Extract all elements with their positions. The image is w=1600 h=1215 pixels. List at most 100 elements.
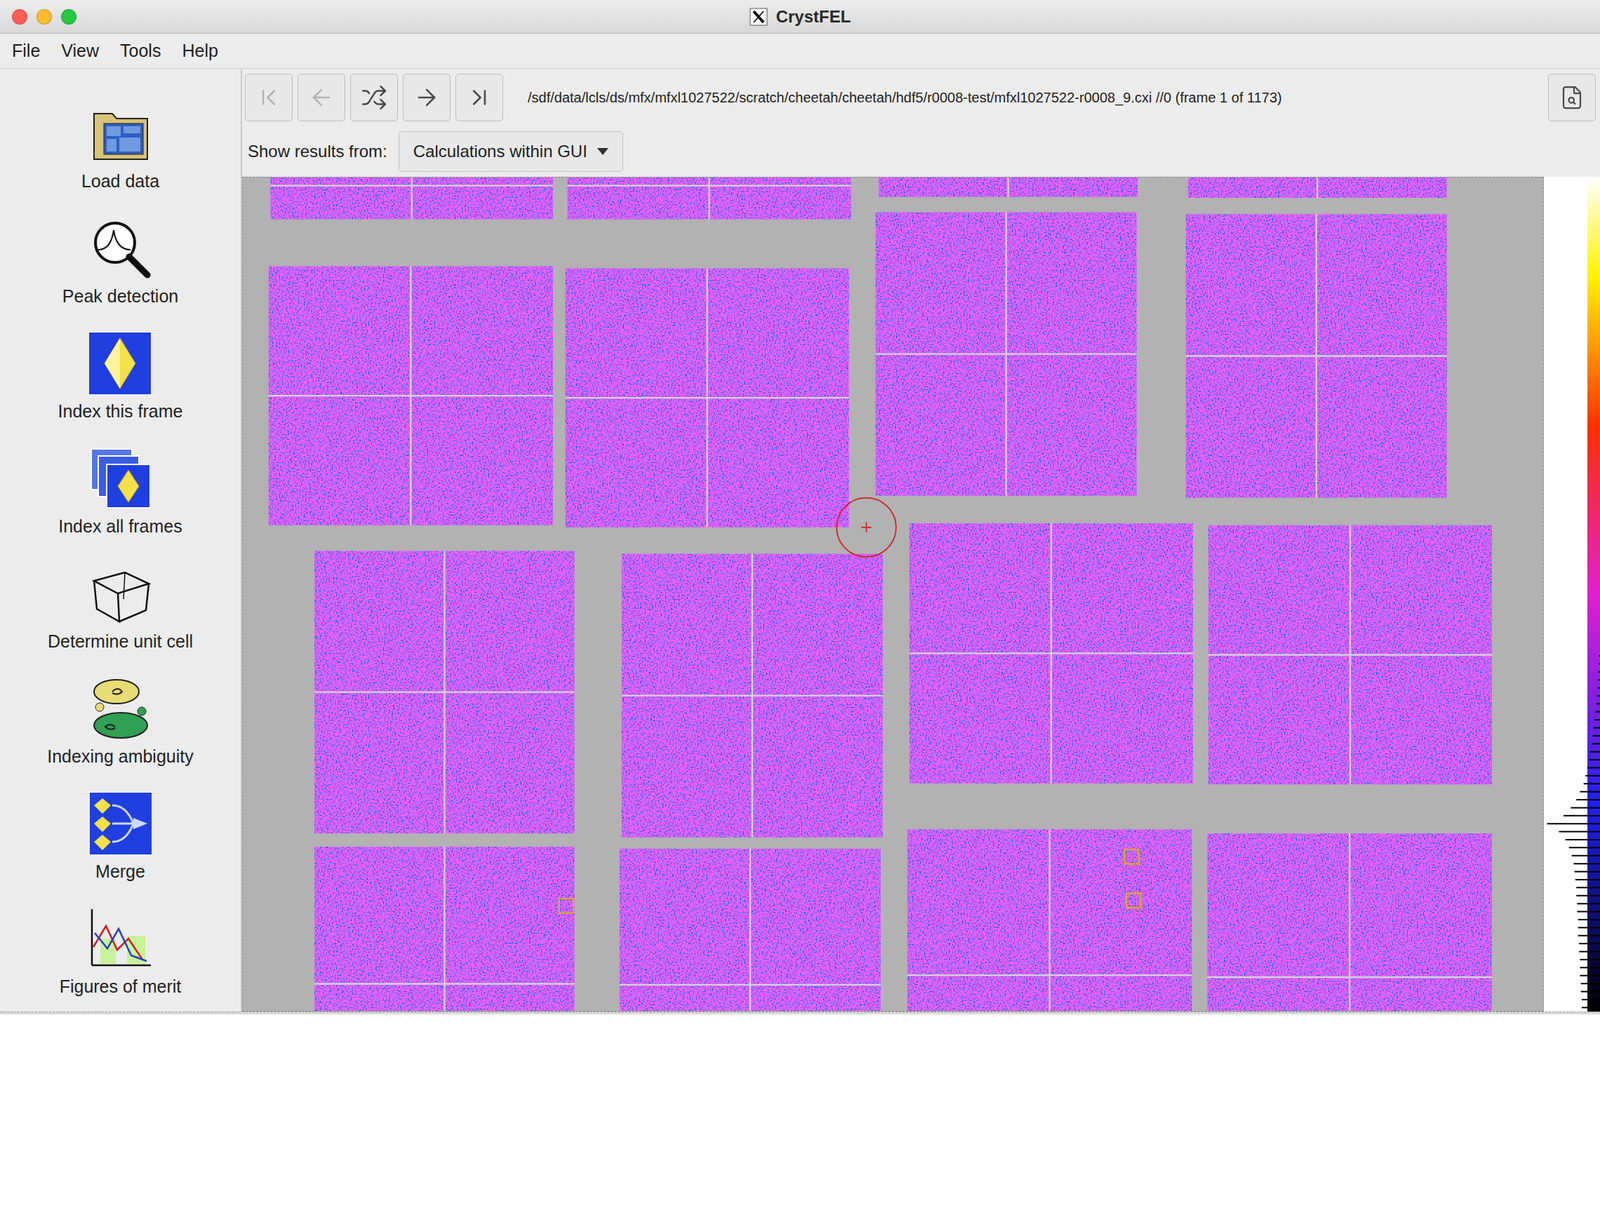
- previous-icon: [308, 84, 335, 111]
- sidebar-item[interactable]: Load data: [81, 99, 160, 215]
- detector-image[interactable]: [242, 177, 1544, 1012]
- sidebar-item[interactable]: Figures of merit: [59, 905, 182, 1012]
- panel-pixels: [242, 177, 1544, 1012]
- histogram-bar: [1570, 807, 1600, 809]
- beam-centre: [836, 498, 897, 558]
- detector-panel: [909, 523, 1193, 784]
- histogram-bar: [1578, 919, 1600, 921]
- first-icon: [255, 84, 283, 111]
- window-title: CrystFEL: [749, 7, 852, 27]
- histogram-bar: [1577, 911, 1600, 913]
- detector-panel: [1208, 525, 1492, 785]
- detector-panel: [314, 550, 575, 834]
- menu-bar: FileViewToolsHelp: [0, 33, 1600, 69]
- histogram-bar: [1594, 719, 1600, 721]
- histogram-bar: [1573, 863, 1600, 865]
- results-source-label: Show results from:: [247, 141, 388, 162]
- crystal-icon: [86, 329, 154, 398]
- histogram-bar: [1547, 823, 1600, 825]
- x11-icon: [749, 7, 768, 26]
- histogram-bar: [1576, 895, 1600, 897]
- sidebar-item[interactable]: Merge: [87, 790, 155, 906]
- detector-panel: [1188, 177, 1448, 198]
- detector-panel: [565, 268, 850, 528]
- histogram-bar: [1578, 935, 1600, 937]
- peak-marker[interactable]: [1124, 849, 1139, 864]
- image-view: [242, 176, 1600, 1012]
- detector-panel: [621, 554, 883, 838]
- histogram-bar: [1578, 943, 1600, 945]
- merge-icon: [87, 790, 155, 858]
- caret-icon: [597, 148, 609, 156]
- histogram-bar: [1571, 855, 1600, 857]
- detector-panel: [314, 847, 575, 1012]
- zoom-button[interactable]: [61, 9, 77, 25]
- histogram-bar: [1590, 751, 1600, 753]
- histogram-bar: [1599, 655, 1600, 657]
- histogram-bar: [1597, 687, 1600, 689]
- file-path: /sdf/data/lcls/ds/mfx/mfxl1027522/scratc…: [508, 89, 1544, 106]
- histogram-bar: [1569, 847, 1600, 849]
- histogram-bar: [1563, 815, 1600, 817]
- last-button[interactable]: [455, 73, 504, 122]
- detector-panel: [875, 211, 1137, 496]
- log-panel[interactable]: [0, 1014, 1600, 1215]
- last-icon: [465, 84, 493, 111]
- random-icon: [360, 84, 388, 111]
- main-area: Load dataPeak detectionIndex this frameI…: [0, 68, 1600, 1012]
- close-button[interactable]: [11, 9, 28, 25]
- sidebar: Load dataPeak detectionIndex this frameI…: [0, 68, 243, 1012]
- next-icon: [413, 84, 440, 111]
- histogram-bar: [1577, 903, 1600, 905]
- sidebar-item[interactable]: Index all frames: [58, 444, 182, 560]
- sidebar-item[interactable]: Index this frame: [58, 329, 184, 445]
- random-button[interactable]: [350, 73, 398, 122]
- histogram-bar: [1587, 767, 1600, 769]
- minimize-button[interactable]: [36, 9, 52, 25]
- histogram-bar: [1591, 743, 1600, 745]
- results-source-dropdown[interactable]: Calculations within GUI: [398, 131, 624, 172]
- menu-item[interactable]: View: [50, 36, 110, 66]
- colour-bar: [1543, 176, 1600, 1012]
- histogram-bar: [1581, 983, 1600, 985]
- results-source-row: Show results from: Calculations within GU…: [242, 126, 1600, 177]
- file-search-icon: [1559, 84, 1585, 111]
- histogram-bar: [1593, 727, 1600, 729]
- histogram-bar: [1559, 831, 1600, 833]
- next-button[interactable]: [402, 73, 451, 122]
- peak-marker[interactable]: [559, 898, 574, 913]
- histogram-bar: [1576, 799, 1600, 801]
- histogram-bar: [1596, 703, 1600, 705]
- histogram-bar: [1581, 999, 1600, 1001]
- detector-panel: [567, 177, 852, 220]
- first-button[interactable]: [244, 73, 293, 122]
- menu-item[interactable]: File: [1, 36, 51, 66]
- histogram-bar: [1597, 679, 1600, 681]
- colour-scale: [1543, 176, 1600, 1012]
- magnifier-icon: [87, 214, 155, 283]
- histogram-bar: [1578, 951, 1600, 953]
- menu-item[interactable]: Help: [171, 36, 229, 66]
- window-controls: [0, 9, 750, 25]
- folder-icon: [87, 99, 155, 168]
- unit-cell-icon: [87, 560, 155, 628]
- ambiguity-icon: [87, 675, 155, 743]
- sidebar-item[interactable]: Peak detection: [62, 214, 179, 330]
- previous-button[interactable]: [297, 73, 346, 122]
- menu-item[interactable]: Tools: [109, 36, 172, 66]
- histogram-bar: [1579, 959, 1600, 961]
- detector-panel: [270, 177, 553, 220]
- detector-canvas[interactable]: [242, 176, 1544, 1012]
- histogram-bar: [1588, 759, 1600, 761]
- sidebar-item[interactable]: Indexing ambiguity: [47, 675, 193, 791]
- histogram-bar: [1579, 975, 1600, 977]
- chart-icon: [86, 905, 154, 973]
- peak-marker[interactable]: [1126, 894, 1141, 909]
- histogram-bar: [1595, 711, 1600, 713]
- sidebar-item[interactable]: Determine unit cell: [47, 560, 193, 676]
- histogram-bar: [1583, 783, 1600, 785]
- image-info-button[interactable]: [1548, 73, 1596, 122]
- frames-icon: [87, 444, 155, 513]
- histogram-bar: [1597, 695, 1600, 697]
- histogram-bar: [1581, 1007, 1600, 1009]
